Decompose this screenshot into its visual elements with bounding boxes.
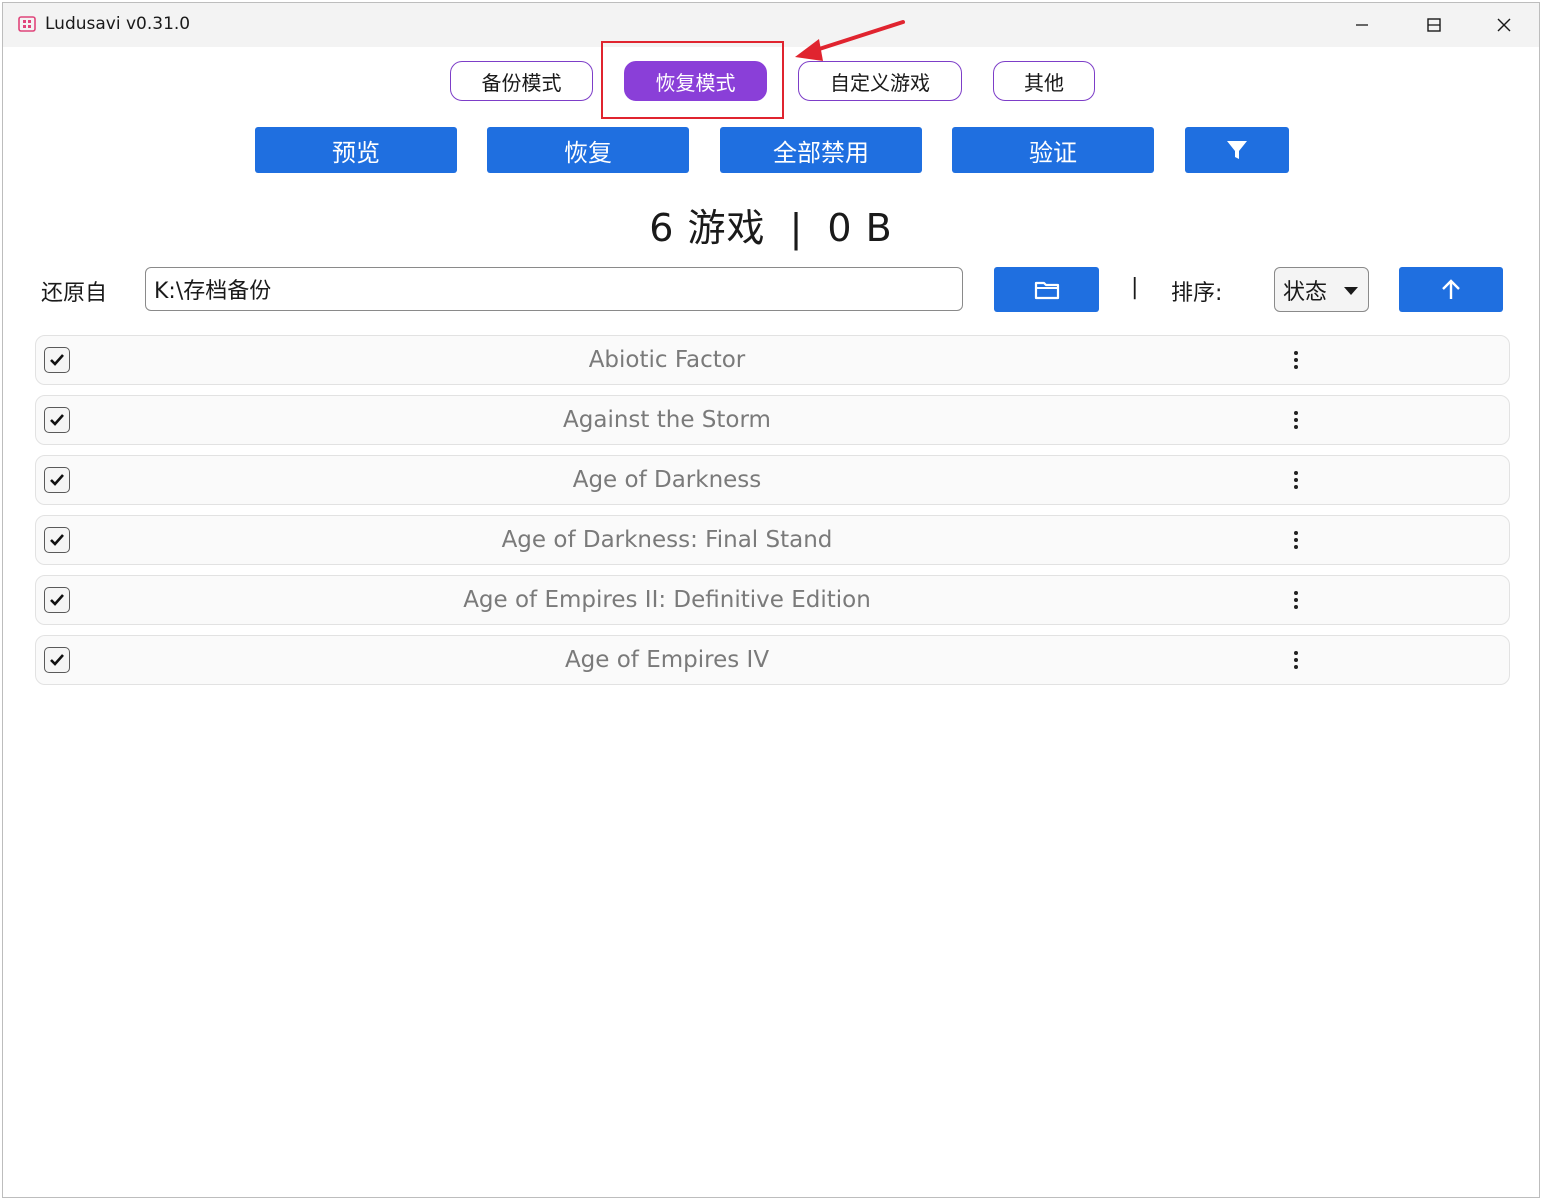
caret-down-icon [1344,287,1358,295]
restore-button[interactable]: 恢复 [487,127,689,173]
game-row: Abiotic Factor [35,335,1510,385]
game-row: Against the Storm [35,395,1510,445]
sort-label: 排序: [1171,281,1223,306]
game-name: Age of Darkness: Final Stand [501,527,833,553]
game-row: Age of Empires IV [35,635,1510,685]
more-vertical-icon [1294,411,1298,429]
maximize-icon [1427,18,1441,32]
restore-from-label: 还原自 [41,281,108,306]
game-options-button[interactable] [1284,346,1308,374]
tab-other[interactable]: 其他 [993,61,1095,101]
game-name: Age of Empires IV [564,647,770,673]
preview-button[interactable]: 预览 [255,127,457,173]
total-size: 0 B [827,206,893,250]
minimize-button-hit[interactable] [1327,3,1397,47]
game-name: Age of Empires II: Definitive Edition [463,587,871,613]
arrow-up-icon [1442,278,1460,299]
game-options-button[interactable] [1284,526,1308,554]
more-vertical-icon [1294,471,1298,489]
restore-path-input[interactable] [145,267,963,311]
sort-dropdown[interactable]: 状态 [1274,267,1369,312]
game-options-button[interactable] [1284,646,1308,674]
game-summary: 6 游戏 | 0 B [3,197,1539,252]
minimize-icon [1356,24,1368,26]
game-count: 6 游戏 [649,206,766,250]
folder-icon [1034,281,1059,299]
game-list: Abiotic Factor Against the Storm Age of … [35,335,1510,695]
game-options-button[interactable] [1284,586,1308,614]
filter-icon [1227,141,1247,159]
window-title: Ludusavi v0.31.0 [45,14,191,34]
sort-separator: | [1131,275,1139,300]
close-icon [1497,18,1511,32]
game-name: Against the Storm [563,407,771,433]
tab-backup-mode[interactable]: 备份模式 [450,61,593,101]
game-row: Age of Darkness: Final Stand [35,515,1510,565]
app-window: Ludusavi v0.31.0 备份模式 恢复模式 自定义游戏 其他 预览 恢… [2,2,1540,1198]
more-vertical-icon [1294,651,1298,669]
game-row: Age of Darkness [35,455,1510,505]
sort-direction-button[interactable] [1399,267,1503,312]
more-vertical-icon [1294,591,1298,609]
summary-separator: | [789,206,804,250]
disable-all-button[interactable]: 全部禁用 [720,127,922,173]
close-button[interactable] [1469,3,1539,47]
annotation-arrow-icon [795,20,905,61]
validate-button[interactable]: 验证 [952,127,1154,173]
ludusavi-app-icon [18,16,36,32]
more-vertical-icon [1294,351,1298,369]
game-row: Age of Empires II: Definitive Edition [35,575,1510,625]
game-name: Abiotic Factor [588,347,746,373]
maximize-button[interactable] [1399,3,1469,47]
game-name: Age of Darkness [572,467,762,493]
browse-folder-button[interactable] [994,267,1099,312]
more-vertical-icon [1294,531,1298,549]
filter-button[interactable] [1185,127,1289,173]
annotation-highlight-box [601,41,784,119]
game-options-button[interactable] [1284,406,1308,434]
game-options-button[interactable] [1284,466,1308,494]
sort-selected-value: 状态 [1283,279,1328,305]
